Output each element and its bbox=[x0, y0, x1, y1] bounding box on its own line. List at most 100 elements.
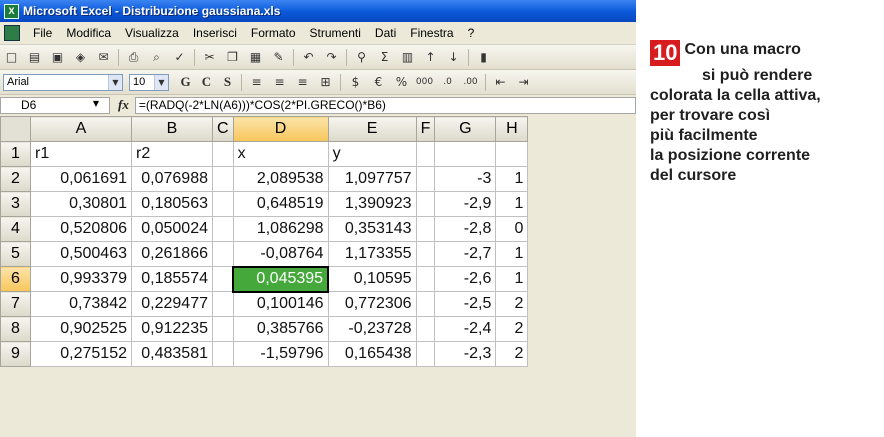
underline-button[interactable]: S bbox=[219, 74, 236, 90]
cell[interactable]: 0,275152 bbox=[30, 341, 132, 367]
cell[interactable] bbox=[212, 316, 234, 342]
font-name-select[interactable]: Arial ▼ bbox=[3, 73, 123, 91]
cell[interactable] bbox=[212, 166, 234, 192]
cell[interactable]: 0,520806 bbox=[30, 216, 132, 242]
column-header-a[interactable]: A bbox=[30, 116, 132, 142]
cell[interactable]: 0,076988 bbox=[131, 166, 213, 192]
cell[interactable]: 1,173355 bbox=[327, 241, 417, 267]
menu-modifica[interactable]: Modifica bbox=[59, 26, 118, 40]
cell[interactable] bbox=[212, 141, 234, 167]
cell[interactable]: 1,086298 bbox=[232, 216, 329, 242]
cell[interactable]: 0 bbox=[495, 216, 529, 242]
email-icon[interactable]: ✉ bbox=[95, 49, 112, 66]
chart-icon[interactable]: ▮ bbox=[475, 49, 492, 66]
column-header-g[interactable]: G bbox=[434, 116, 497, 142]
column-header-f[interactable]: F bbox=[415, 116, 436, 142]
decrease-indent-icon[interactable]: ⇤ bbox=[492, 74, 509, 91]
cell[interactable]: 0,061691 bbox=[30, 166, 132, 192]
cell[interactable]: -0,08764 bbox=[232, 241, 329, 267]
permission-icon[interactable]: ◈ bbox=[72, 49, 89, 66]
cell[interactable]: 2 bbox=[495, 291, 529, 317]
cell[interactable] bbox=[415, 241, 436, 267]
menu-dati[interactable]: Dati bbox=[368, 26, 403, 40]
cell[interactable]: 0,902525 bbox=[30, 316, 132, 342]
cell[interactable]: 0,993379 bbox=[30, 266, 132, 292]
cell[interactable] bbox=[415, 316, 436, 342]
cell[interactable]: -2,6 bbox=[434, 266, 497, 292]
cell[interactable] bbox=[415, 141, 436, 167]
cell[interactable] bbox=[212, 266, 234, 292]
increase-decimal-icon[interactable]: .0 bbox=[439, 74, 456, 91]
column-header-b[interactable]: B bbox=[131, 116, 213, 142]
bold-button[interactable]: G bbox=[177, 74, 194, 90]
cell[interactable]: 1 bbox=[495, 241, 529, 267]
row-header[interactable]: 1 bbox=[0, 141, 31, 167]
paste-icon[interactable]: ▦ bbox=[247, 49, 264, 66]
row-header[interactable]: 7 bbox=[0, 291, 31, 317]
cell[interactable]: r1 bbox=[30, 141, 132, 167]
menu-file[interactable]: File bbox=[26, 26, 59, 40]
row-header[interactable]: 6 bbox=[0, 266, 31, 292]
fx-icon[interactable]: fx bbox=[118, 97, 129, 113]
cell[interactable]: 0,10595 bbox=[327, 266, 417, 292]
menu-formato[interactable]: Formato bbox=[244, 26, 303, 40]
align-left-icon[interactable]: ≡ bbox=[248, 74, 265, 91]
cell[interactable]: -2,5 bbox=[434, 291, 497, 317]
cell[interactable]: 1,097757 bbox=[327, 166, 417, 192]
new-document-icon[interactable]: □ bbox=[3, 49, 20, 66]
row-header[interactable]: 3 bbox=[0, 191, 31, 217]
sort-ascending-icon[interactable]: ↑ bbox=[422, 49, 439, 66]
row-header[interactable]: 8 bbox=[0, 316, 31, 342]
decrease-decimal-icon[interactable]: .00 bbox=[462, 74, 479, 91]
cell[interactable]: -2,8 bbox=[434, 216, 497, 242]
chart-wizard-icon[interactable]: ▥ bbox=[399, 49, 416, 66]
hyperlink-icon[interactable]: ⚲ bbox=[353, 49, 370, 66]
currency-icon[interactable]: $ bbox=[347, 74, 364, 91]
cell[interactable]: -0,23728 bbox=[327, 316, 417, 342]
name-box[interactable]: D6 ▼ bbox=[0, 96, 110, 114]
font-size-select[interactable]: 10 ▼ bbox=[129, 73, 169, 91]
menu-strumenti[interactable]: Strumenti bbox=[303, 26, 368, 40]
formula-input[interactable]: =(RADQ(-2*LN(A6)))*COS(2*PI.GRECO()*B6) bbox=[134, 96, 636, 114]
column-header-h[interactable]: H bbox=[495, 116, 529, 142]
cell[interactable]: 0,912235 bbox=[131, 316, 213, 342]
cell[interactable] bbox=[212, 291, 234, 317]
cell[interactable]: -3 bbox=[434, 166, 497, 192]
sort-descending-icon[interactable]: ↓ bbox=[445, 49, 462, 66]
menu-visualizza[interactable]: Visualizza bbox=[118, 26, 186, 40]
cell[interactable]: 0,100146 bbox=[232, 291, 329, 317]
menu-inserisci[interactable]: Inserisci bbox=[186, 26, 244, 40]
cell[interactable]: -2,7 bbox=[434, 241, 497, 267]
column-header-c[interactable]: C bbox=[212, 116, 234, 142]
cell[interactable]: 1 bbox=[495, 266, 529, 292]
cell[interactable] bbox=[212, 241, 234, 267]
cell[interactable]: x bbox=[232, 141, 329, 167]
cell[interactable]: 2 bbox=[495, 316, 529, 342]
cell[interactable]: 0,500463 bbox=[30, 241, 132, 267]
print-icon[interactable]: ⎙ bbox=[125, 49, 142, 66]
cell[interactable]: -2,3 bbox=[434, 341, 497, 367]
select-all-corner[interactable] bbox=[0, 116, 31, 142]
cell[interactable] bbox=[415, 341, 436, 367]
cell[interactable]: -2,4 bbox=[434, 316, 497, 342]
column-header-d[interactable]: D bbox=[232, 116, 329, 142]
spelling-icon[interactable]: ✓ bbox=[171, 49, 188, 66]
cell[interactable]: 0,180563 bbox=[131, 191, 213, 217]
menu-finestra[interactable]: Finestra bbox=[403, 26, 460, 40]
print-preview-icon[interactable]: ⌕ bbox=[148, 49, 165, 66]
cell[interactable]: r2 bbox=[131, 141, 213, 167]
cell[interactable]: 0,30801 bbox=[30, 191, 132, 217]
cell[interactable]: 2,089538 bbox=[232, 166, 329, 192]
cell[interactable]: 0,185574 bbox=[131, 266, 213, 292]
cell[interactable] bbox=[415, 291, 436, 317]
increase-indent-icon[interactable]: ⇥ bbox=[515, 74, 532, 91]
cell[interactable]: y bbox=[327, 141, 417, 167]
cell[interactable] bbox=[415, 216, 436, 242]
merge-center-icon[interactable]: ⊞ bbox=[317, 74, 334, 91]
euro-icon[interactable]: € bbox=[370, 74, 387, 91]
redo-icon[interactable]: ↷ bbox=[323, 49, 340, 66]
row-header[interactable]: 9 bbox=[0, 341, 31, 367]
undo-icon[interactable]: ↶ bbox=[300, 49, 317, 66]
save-icon[interactable]: ▣ bbox=[49, 49, 66, 66]
cell[interactable]: 1,390923 bbox=[327, 191, 417, 217]
